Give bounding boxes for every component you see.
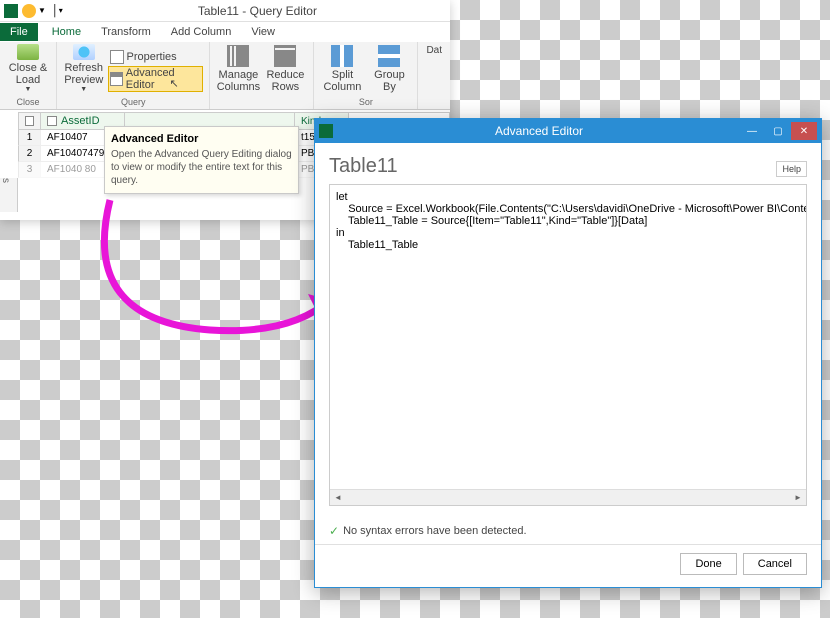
group-query-label: Query: [63, 97, 203, 107]
qat-dropdown2-icon[interactable]: ▾: [59, 6, 63, 15]
window-title: Table11 - Query Editor: [69, 4, 446, 18]
smiley-icon[interactable]: [22, 4, 36, 18]
qat-dropdown-icon[interactable]: ▼: [38, 6, 46, 15]
rows-icon: [274, 45, 296, 67]
advanced-editor-label: Advanced Editor: [126, 67, 202, 91]
manage-columns-label: Manage Columns: [216, 69, 260, 93]
properties-button[interactable]: Properties: [108, 49, 204, 65]
scroll-right-icon[interactable]: ►: [790, 493, 806, 502]
minimize-button[interactable]: —: [739, 122, 765, 140]
split-icon: [331, 45, 353, 67]
advanced-editor-button[interactable]: Advanced Editor ↖: [108, 66, 204, 92]
status-bar: ✓ No syntax errors have been detected.: [315, 518, 821, 544]
row-number: 2: [19, 146, 41, 161]
chevron-down-icon: ▼: [25, 86, 32, 94]
done-button[interactable]: Done: [680, 553, 736, 575]
close-button[interactable]: ✕: [791, 122, 817, 140]
refresh-preview-button[interactable]: Refresh Preview ▼: [63, 44, 105, 94]
horizontal-scrollbar[interactable]: ◄ ►: [330, 489, 806, 505]
cancel-button[interactable]: Cancel: [743, 553, 807, 575]
advanced-editor-icon: [110, 72, 123, 86]
row-number: 3: [19, 162, 41, 177]
tooltip-body: Open the Advanced Query Editing dialog t…: [111, 148, 292, 187]
dialog-footer: Done Cancel: [315, 544, 821, 583]
tab-add-column[interactable]: Add Column: [161, 23, 242, 41]
manage-columns-button[interactable]: Manage Columns: [216, 44, 260, 94]
group-close: Close & Load ▼ Close: [0, 42, 57, 109]
split-label: Split Column: [320, 69, 364, 93]
tab-file[interactable]: File: [0, 23, 38, 41]
split-column-button[interactable]: Split Column: [320, 44, 364, 94]
data-type-label[interactable]: Dat: [424, 44, 444, 57]
group-sort-label: Sor: [320, 97, 411, 107]
chevron-down-icon: ▼: [80, 86, 87, 94]
col-assetid-label: AssetID: [61, 115, 100, 127]
tab-transform[interactable]: Transform: [91, 23, 161, 41]
ribbon-tabs: File Home Transform Add Column View: [0, 22, 450, 42]
tooltip-title: Advanced Editor: [111, 133, 292, 145]
row-number: 1: [19, 130, 41, 145]
close-load-icon: [17, 44, 39, 60]
tab-view[interactable]: View: [241, 23, 285, 41]
maximize-button[interactable]: ▢: [765, 122, 791, 140]
code-text: let Source = Excel.Workbook(File.Content…: [336, 191, 807, 251]
dialog-title: Advanced Editor: [339, 124, 739, 138]
properties-icon: [110, 50, 124, 64]
table-icon: [25, 116, 34, 126]
reduce-rows-label: Reduce Rows: [263, 69, 307, 93]
tab-home[interactable]: Home: [42, 23, 91, 41]
check-icon: ✓: [329, 524, 339, 538]
reduce-rows-button[interactable]: Reduce Rows: [263, 44, 307, 94]
excel-icon: [4, 4, 18, 18]
properties-label: Properties: [127, 51, 177, 63]
group-by-button[interactable]: Group By: [367, 44, 411, 94]
separator: │: [52, 5, 59, 17]
dialog-titlebar[interactable]: Advanced Editor — ▢ ✕: [315, 119, 821, 143]
code-editor[interactable]: let Source = Excel.Workbook(File.Content…: [329, 184, 807, 506]
cursor-icon: ↖: [170, 77, 179, 90]
group-sort: Split Column Group By Sor: [314, 42, 418, 109]
refresh-label: Refresh Preview: [63, 62, 105, 86]
columns-icon: [227, 45, 249, 67]
titlebar: ▼ │ ▾ Table11 - Query Editor: [0, 0, 450, 22]
scroll-left-icon[interactable]: ◄: [330, 493, 346, 502]
excel-icon: [319, 124, 333, 138]
group-query: Refresh Preview ▼ Properties Advanced Ed…: [57, 42, 210, 109]
group-by-label: Group By: [367, 69, 411, 93]
status-text: No syntax errors have been detected.: [343, 525, 526, 537]
group-close-label: Close: [6, 97, 50, 107]
close-load-label: Close & Load: [6, 62, 50, 86]
field-icon: [47, 116, 57, 126]
query-name: Table11: [329, 155, 807, 178]
tooltip: Advanced Editor Open the Advanced Query …: [104, 126, 299, 194]
group-columns: Manage Columns Reduce Rows: [210, 42, 314, 109]
corner-cell[interactable]: [19, 113, 41, 129]
help-button[interactable]: Help: [776, 161, 807, 177]
close-load-button[interactable]: Close & Load ▼: [6, 44, 50, 94]
group-datatype: Dat: [418, 42, 450, 109]
refresh-icon: [73, 44, 95, 60]
advanced-editor-dialog: Advanced Editor — ▢ ✕ Table11 Help let S…: [314, 118, 822, 588]
ribbon: Close & Load ▼ Close Refresh Preview ▼ P…: [0, 42, 450, 110]
group-icon: [378, 45, 400, 67]
